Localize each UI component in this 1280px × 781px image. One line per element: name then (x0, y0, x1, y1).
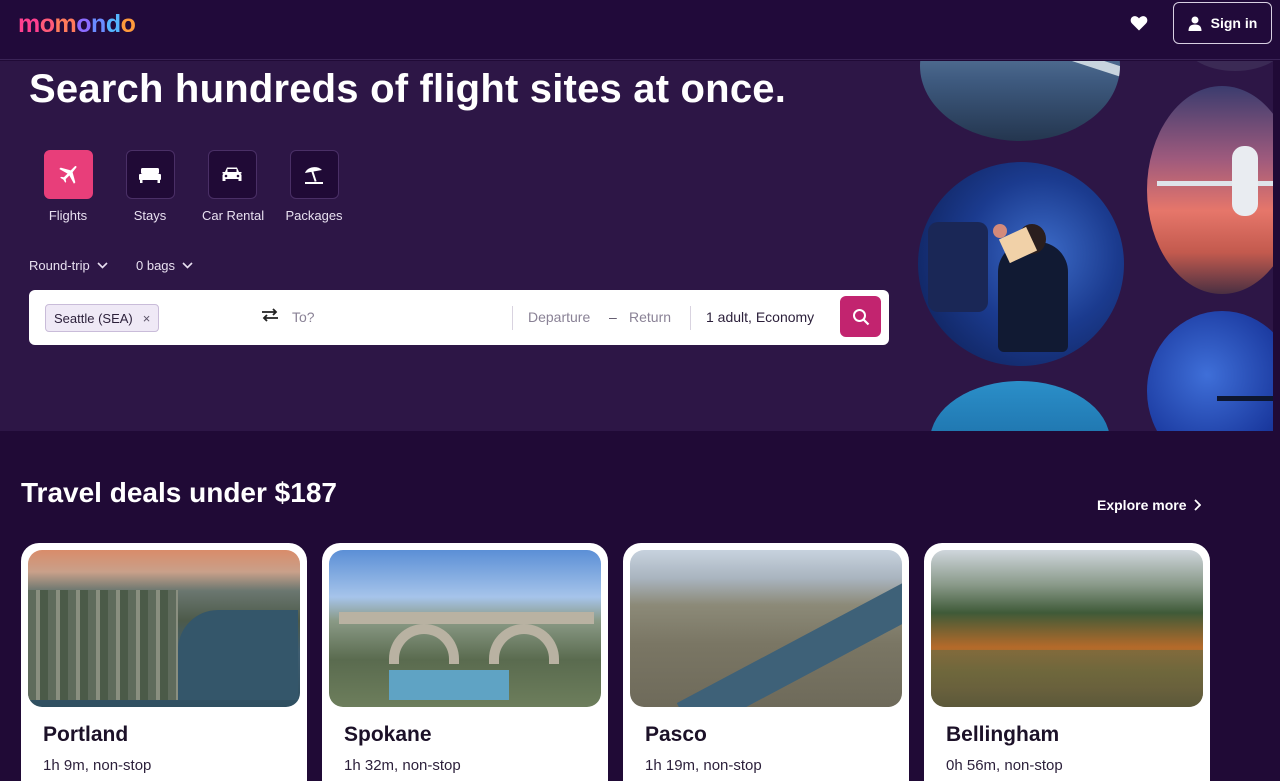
deal-city: Bellingham (946, 723, 1060, 746)
bed-icon (125, 150, 175, 199)
tab-stays[interactable]: Stays (120, 150, 180, 223)
trip-type-label: Round-trip (29, 258, 90, 273)
sign-in-label: Sign in (1210, 15, 1258, 31)
flight-search-bar: Seattle (SEA) × To? Departure – Return 1… (29, 290, 889, 345)
bellingham-photo (931, 550, 1203, 707)
user-icon (1188, 16, 1202, 31)
tab-flights-label: Flights (48, 208, 88, 223)
origin-value: Seattle (SEA) (54, 310, 133, 326)
deal-city: Pasco (645, 723, 707, 746)
passenger-photo (918, 162, 1124, 366)
tab-flights[interactable]: Flights (38, 150, 98, 223)
chevron-down-icon (97, 262, 108, 269)
mountain-photo (930, 381, 1110, 431)
destination-input[interactable]: To? (292, 309, 315, 325)
tab-packages[interactable]: Packages (284, 150, 344, 223)
divider (690, 306, 691, 330)
tab-car-rental-label: Car Rental (202, 208, 265, 223)
deal-duration: 1h 19m, non-stop (645, 757, 762, 774)
hero-title: Search hundreds of flight sites at once. (29, 67, 787, 111)
top-bar: momondo Sign in (0, 0, 1280, 60)
sky-photo (920, 61, 1120, 141)
hero-section: Search hundreds of flight sites at once.… (0, 61, 1273, 431)
deal-card-bellingham[interactable]: Bellingham 0h 56m, non-stop (924, 543, 1210, 781)
sign-in-button[interactable]: Sign in (1173, 2, 1272, 44)
chevron-down-icon (182, 262, 193, 269)
bags-label: 0 bags (136, 258, 176, 273)
tab-car-rental[interactable]: Car Rental (202, 150, 265, 223)
deal-duration: 0h 56m, non-stop (946, 757, 1063, 774)
deal-city: Spokane (344, 723, 432, 746)
deal-duration: 1h 32m, non-stop (344, 757, 461, 774)
umbrella-icon (289, 150, 339, 199)
departure-date-field[interactable]: Departure (528, 309, 590, 325)
bags-dropdown[interactable]: 0 bags (136, 258, 193, 273)
divider (512, 306, 513, 330)
tab-stays-label: Stays (133, 208, 167, 223)
chevron-right-icon (1194, 499, 1202, 511)
return-date-field[interactable]: Return (629, 309, 671, 325)
pasco-photo (630, 550, 902, 707)
search-icon (852, 308, 869, 325)
explore-more-label: Explore more (1097, 497, 1187, 513)
heart-icon[interactable] (1128, 12, 1150, 34)
deal-card-portland[interactable]: Portland 1h 9m, non-stop (21, 543, 307, 781)
deal-card-spokane[interactable]: Spokane 1h 32m, non-stop (322, 543, 608, 781)
swap-icon[interactable] (261, 308, 279, 327)
origin-chip[interactable]: Seattle (SEA) × (45, 304, 160, 332)
night-sky-photo (1147, 311, 1273, 431)
travelers-selector[interactable]: 1 adult, Economy (706, 309, 814, 325)
deals-title: Travel deals under $187 (21, 477, 337, 508)
plane-icon (43, 150, 93, 199)
explore-more-link[interactable]: Explore more (1097, 497, 1202, 513)
portland-photo (28, 550, 300, 707)
trip-type-dropdown[interactable]: Round-trip (29, 258, 108, 273)
deal-card-pasco[interactable]: Pasco 1h 19m, non-stop (623, 543, 909, 781)
car-icon (207, 150, 257, 199)
date-separator: – (609, 309, 617, 325)
momondo-logo[interactable]: momondo (18, 10, 136, 39)
decor-photo (1180, 61, 1273, 71)
search-button[interactable] (840, 296, 881, 337)
deal-duration: 1h 9m, non-stop (43, 757, 152, 774)
spokane-photo (329, 550, 601, 707)
tab-packages-label: Packages (285, 208, 343, 223)
deal-city: Portland (43, 723, 129, 746)
close-icon[interactable]: × (143, 311, 151, 326)
airplane-sunset-photo (1147, 86, 1273, 294)
